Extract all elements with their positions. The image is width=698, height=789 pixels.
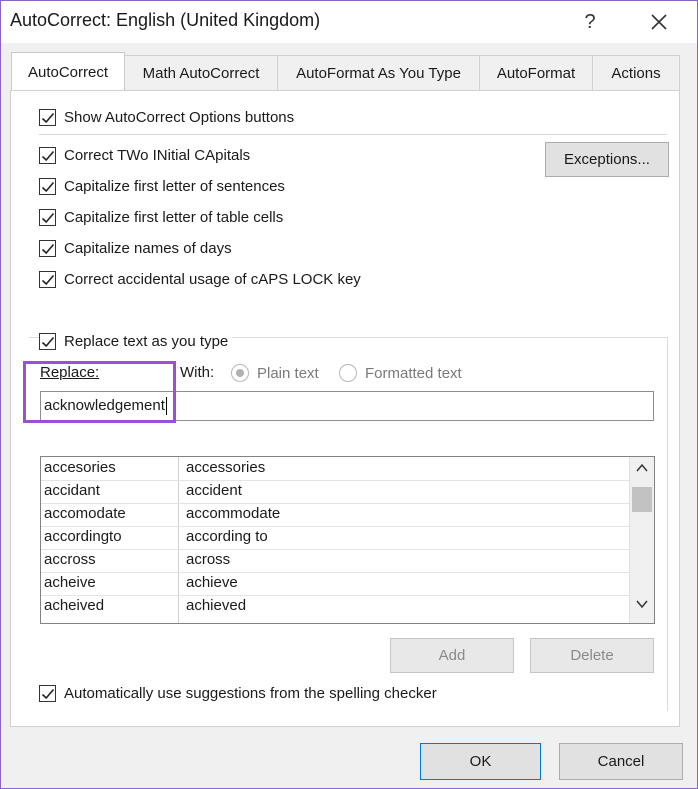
dialog-button-bar: OK Cancel — [1, 727, 697, 788]
show-options-checkbox[interactable] — [39, 108, 56, 126]
checkmark-icon — [41, 150, 55, 161]
list-item[interactable]: acheive achieve — [41, 572, 629, 596]
caps-lock-checkbox-row[interactable]: Correct accidental usage of cAPS LOCK ke… — [39, 268, 361, 290]
two-initial-label: Correct TWo INitial CApitals — [64, 146, 251, 164]
table-cells-checkbox[interactable] — [39, 208, 56, 226]
checkmark-icon — [41, 336, 55, 347]
tab-actions[interactable]: Actions — [592, 55, 680, 90]
replace-label: Replace: — [40, 364, 100, 381]
tab-autoformat-as-you-type[interactable]: AutoFormat As You Type — [277, 55, 480, 90]
checkmark-icon — [41, 688, 55, 699]
close-button[interactable] — [639, 7, 679, 37]
separator — [39, 134, 667, 135]
list-item[interactable]: accomodate accommodate — [41, 503, 629, 527]
close-icon — [651, 14, 667, 30]
replace-as-type-checkbox[interactable] — [39, 332, 56, 350]
spelling-checkbox[interactable] — [39, 684, 56, 702]
first-letter-checkbox-row[interactable]: Capitalize first letter of sentences — [39, 175, 285, 197]
caps-lock-checkbox[interactable] — [39, 270, 56, 288]
replace-value: acknowledgement — [44, 397, 165, 414]
replace-as-type-label: Replace text as you type — [64, 332, 229, 350]
scroll-up-button[interactable] — [630, 461, 654, 483]
first-letter-label: Capitalize first letter of sentences — [64, 177, 285, 195]
two-initial-checkbox-row[interactable]: Correct TWo INitial CApitals — [39, 144, 250, 166]
replace-as-type-checkbox-row[interactable]: Replace text as you type — [39, 330, 233, 352]
tab-autocorrect[interactable]: AutoCorrect — [11, 52, 125, 90]
delete-button[interactable]: Delete — [530, 638, 654, 673]
title-bar: AutoCorrect: English (United Kingdom) ? — [1, 1, 697, 43]
ok-button[interactable]: OK — [420, 743, 541, 780]
list-item[interactable]: accordingto according to — [41, 526, 629, 550]
help-button[interactable]: ? — [570, 7, 610, 37]
table-cells-checkbox-row[interactable]: Capitalize first letter of table cells — [39, 206, 283, 228]
list-item[interactable]: accross across — [41, 549, 629, 573]
chevron-up-icon — [636, 463, 648, 472]
checkmark-icon — [41, 212, 55, 223]
list-item[interactable]: accidant accident — [41, 480, 629, 504]
spelling-checkbox-row[interactable]: Automatically use suggestions from the s… — [39, 682, 437, 704]
checkmark-icon — [41, 274, 55, 285]
formatted-text-label: Formatted text — [365, 365, 462, 382]
dialog-title: AutoCorrect: English (United Kingdom) — [10, 10, 321, 30]
plain-text-radio[interactable] — [231, 364, 249, 382]
list-scrollbar[interactable] — [629, 457, 654, 623]
scroll-down-button[interactable] — [630, 597, 654, 619]
autocorrect-panel: Show AutoCorrect Options buttons Correct… — [10, 90, 680, 727]
days-label: Capitalize names of days — [64, 239, 232, 257]
table-cells-label: Capitalize first letter of table cells — [64, 208, 284, 226]
checkmark-icon — [41, 243, 55, 254]
plain-text-label: Plain text — [257, 365, 319, 382]
checkmark-icon — [41, 181, 55, 192]
tab-math-autocorrect[interactable]: Math AutoCorrect — [124, 55, 278, 90]
tab-autoformat[interactable]: AutoFormat — [479, 55, 593, 90]
add-button[interactable]: Add — [390, 638, 514, 673]
autocorrect-dialog: AutoCorrect: English (United Kingdom) ? … — [0, 0, 698, 789]
with-label: With: — [180, 364, 215, 381]
show-options-checkbox-row[interactable]: Show AutoCorrect Options buttons — [39, 106, 294, 128]
exceptions-button[interactable]: Exceptions... — [545, 142, 669, 177]
show-options-label: Show AutoCorrect Options buttons — [64, 108, 295, 126]
cancel-button[interactable]: Cancel — [559, 743, 683, 780]
spelling-label: Automatically use suggestions from the s… — [64, 684, 437, 702]
days-checkbox[interactable] — [39, 239, 56, 257]
days-checkbox-row[interactable]: Capitalize names of days — [39, 237, 232, 259]
formatted-text-radio[interactable] — [339, 364, 357, 382]
replacement-list[interactable]: accesories accessories accidant accident… — [40, 456, 655, 624]
first-letter-checkbox[interactable] — [39, 177, 56, 195]
replace-group-border-side — [667, 337, 668, 711]
caps-lock-label: Correct accidental usage of cAPS LOCK ke… — [64, 270, 361, 288]
chevron-down-icon — [636, 600, 648, 609]
scroll-thumb[interactable] — [632, 487, 652, 512]
replace-with-input[interactable]: acknowledgement — [40, 391, 654, 421]
list-item[interactable]: acheived achieved — [41, 595, 629, 618]
checkmark-icon — [41, 112, 55, 123]
two-initial-checkbox[interactable] — [39, 146, 56, 164]
list-item[interactable]: accesories accessories — [41, 457, 629, 481]
